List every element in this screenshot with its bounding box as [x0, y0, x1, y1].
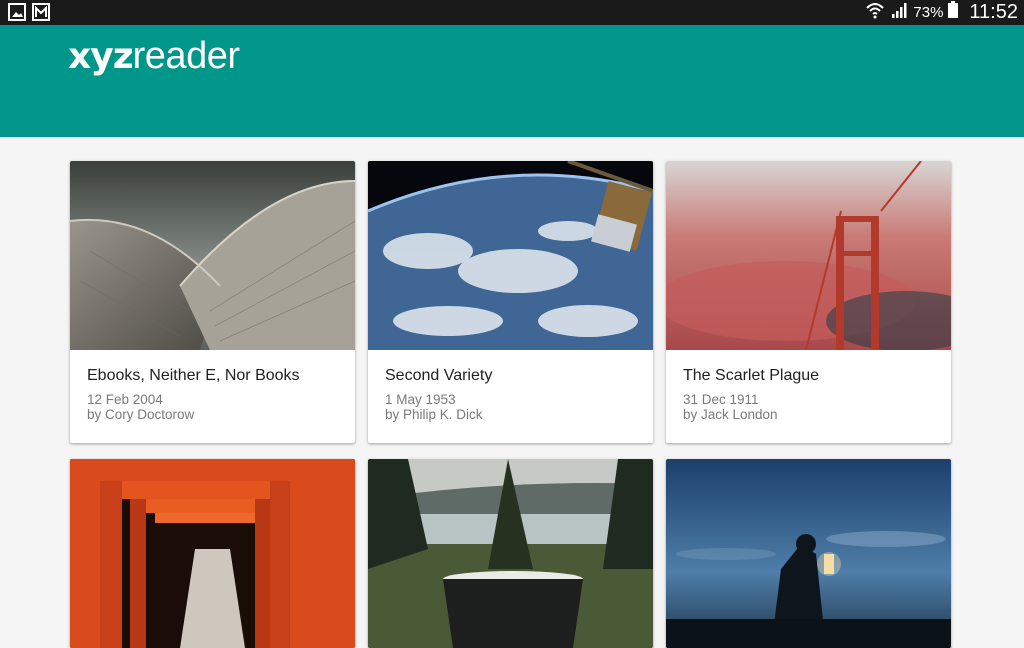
wifi-icon	[865, 1, 885, 24]
article-card[interactable]: The Scarlet Plague 31 Dec 1911 by Jack L…	[666, 161, 951, 443]
article-title: Second Variety	[385, 367, 493, 384]
article-title: Ebooks, Neither E, Nor Books	[87, 367, 300, 384]
article-thumbnail-earth	[368, 161, 653, 350]
article-thumbnail-bridge	[666, 161, 951, 350]
article-date: 31 Dec 1911	[683, 392, 759, 407]
app-logo: xyzreader	[68, 35, 240, 78]
gmail-notification-icon	[32, 3, 50, 26]
status-bar: 73% 11:52	[0, 0, 1024, 25]
article-title: The Scarlet Plague	[683, 367, 820, 384]
clock: 11:52	[969, 1, 1018, 23]
article-thumbnail-forest-lake	[368, 459, 653, 648]
article-author: by Jack London	[683, 407, 778, 422]
article-thumbnail-lantern	[666, 459, 951, 648]
article-thumbnail-opera-house	[70, 161, 355, 350]
article-date: 12 Feb 2004	[87, 392, 163, 407]
article-card[interactable]	[70, 459, 355, 648]
article-date: 1 May 1953	[385, 392, 456, 407]
article-author: by Cory Doctorow	[87, 407, 195, 422]
battery-icon	[948, 1, 959, 24]
gallery-notification-icon	[8, 3, 26, 26]
article-thumbnail-torii-gates	[70, 459, 355, 648]
article-card[interactable]: Second Variety 1 May 1953 by Philip K. D…	[368, 161, 653, 443]
battery-percent: 73%	[913, 4, 944, 21]
article-card[interactable]	[666, 459, 951, 648]
logo-bold-text: xyz	[68, 36, 134, 77]
signal-icon	[890, 1, 908, 24]
article-author: by Philip K. Dick	[385, 407, 483, 422]
app-bar: xyzreader	[0, 25, 1024, 137]
logo-light-text: reader	[132, 35, 240, 77]
article-card[interactable]: Ebooks, Neither E, Nor Books 12 Feb 2004…	[70, 161, 355, 443]
article-card[interactable]	[368, 459, 653, 648]
